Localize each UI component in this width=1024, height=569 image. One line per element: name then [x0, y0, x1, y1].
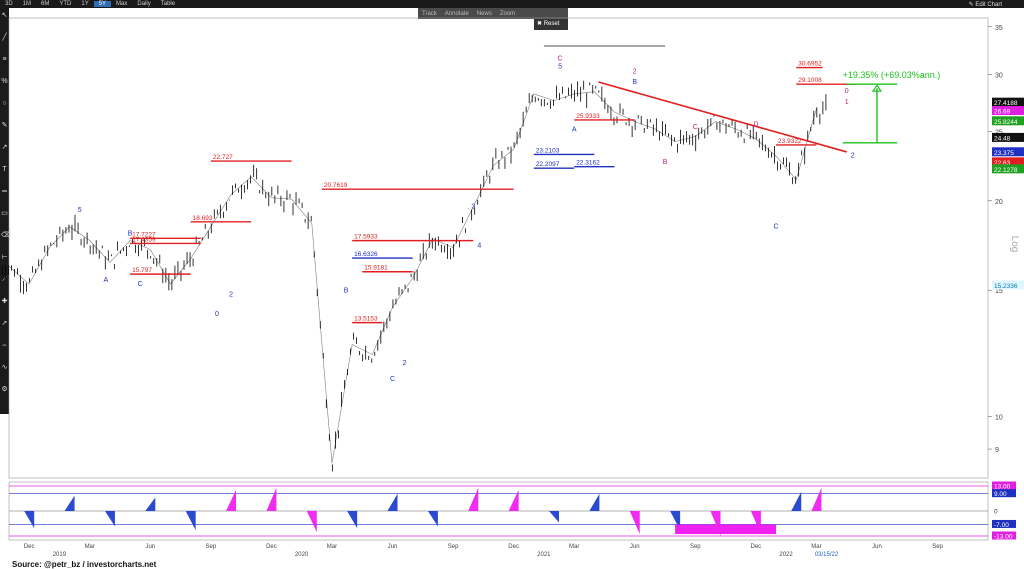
x-tick-label: Jun	[388, 544, 398, 550]
oscillator-bar	[468, 487, 479, 511]
price-tag-label: 22.1278	[994, 167, 1018, 174]
wave-label: B	[663, 159, 668, 166]
level-label: 16.6326	[354, 251, 378, 258]
x-tick-label: Sep	[206, 544, 217, 550]
y-tick-label: 35	[995, 25, 1003, 32]
level-label: 22.3162	[576, 160, 600, 167]
y-tick-label: 20	[995, 199, 1003, 206]
oscillator-bar	[185, 511, 196, 531]
x-tick-label: Sep	[690, 544, 701, 550]
year-label: 2021	[537, 552, 551, 558]
oscillator-bar	[226, 489, 237, 511]
oscillator-bar	[64, 495, 75, 511]
x-tick-label: Mar	[811, 544, 821, 550]
x-tick-label: Sep	[932, 544, 943, 550]
oscillator-bar	[104, 511, 115, 527]
oscillator-bar	[306, 511, 317, 533]
price-series-line	[8, 91, 817, 464]
wave-label: 0	[215, 311, 219, 318]
price-chart[interactable]: 9101520253035LogDec Mar Jun Sep Dec Mar Jun Sep…	[0, 0, 1024, 568]
y-tick-label: 10	[995, 414, 1003, 421]
oscillator-bar	[508, 489, 519, 511]
wave-label: 5	[558, 64, 562, 71]
oscillator-bar	[24, 511, 35, 529]
wave-label: 1	[845, 99, 849, 106]
oscillator-bar	[629, 511, 640, 535]
level-label: 22.727	[213, 154, 233, 161]
oscillator-bar	[387, 493, 398, 511]
price-tag-label: 24.48	[994, 135, 1011, 142]
oscillator-bar	[347, 511, 358, 529]
x-tick-label: Dec	[24, 544, 35, 550]
wave-label: 2	[633, 69, 637, 76]
wave-label: C	[774, 223, 779, 230]
wave-label: 3	[471, 204, 475, 211]
wave-label: B	[344, 287, 349, 294]
level-label: 13.5153	[354, 316, 378, 323]
level-label: 23.2103	[536, 147, 560, 154]
x-tick-label: Dec	[508, 544, 519, 550]
side-value-label: 15.2336	[994, 283, 1018, 290]
wave-label: C	[693, 124, 698, 131]
oscillator-bar	[811, 487, 822, 511]
wave-label: 5	[78, 207, 82, 214]
oscillator-bar	[549, 511, 560, 523]
x-tick-label: Jun	[872, 544, 882, 550]
year-label: 2022	[779, 552, 793, 558]
level-label: 20.7619	[324, 182, 348, 189]
price-tag-label: 26.69	[994, 109, 1011, 116]
x-tick-label: Dec	[751, 544, 762, 550]
wave-label: A	[572, 126, 577, 133]
wave-label: 4	[477, 243, 481, 250]
wave-label: C	[138, 281, 143, 288]
y-axis-title: Log	[1009, 236, 1020, 253]
level-label: 18.693	[193, 215, 213, 222]
y-tick-label: 30	[995, 73, 1003, 80]
wave-label: 0	[845, 88, 849, 95]
wave-label: 2	[229, 292, 233, 299]
level-label: 17.5933	[354, 234, 378, 241]
level-label: 17.4359	[132, 236, 156, 243]
wave-label: B	[632, 79, 637, 86]
wave-label: A	[104, 277, 109, 284]
level-label: 22.2097	[536, 161, 560, 168]
oscillator-bar	[791, 491, 802, 511]
oscillator-bar	[145, 497, 156, 511]
year-label: 2019	[53, 552, 67, 558]
year-label: 2020	[295, 552, 309, 558]
oscillator-tick-label: -13.00	[994, 534, 1013, 541]
main-panel-frame	[8, 17, 989, 479]
x-tick-label: Mar	[85, 544, 95, 550]
wave-label: 2	[403, 360, 407, 367]
wave-label: C	[390, 376, 395, 383]
y-tick-label: 9	[995, 447, 999, 454]
x-tick-label: Sep	[448, 544, 459, 550]
level-label: 15.9181	[364, 265, 388, 272]
current-date-label: 03/15/22	[815, 552, 839, 558]
x-tick-label: Jun	[630, 544, 640, 550]
oscillator-bar	[427, 511, 438, 527]
wave-label: C	[558, 56, 563, 63]
target-label: +19.35% (+69.03%ann.)	[843, 70, 941, 80]
oscillator-tick-label: 0	[994, 509, 998, 516]
level-label: 30.6952	[798, 61, 822, 68]
wave-label: B	[128, 230, 133, 237]
level-label: 25.9333	[576, 113, 600, 120]
wave-label: D	[753, 121, 758, 128]
x-tick-label: Jun	[145, 544, 155, 550]
x-tick-label: Dec	[266, 544, 277, 550]
x-tick-label: Mar	[327, 544, 337, 550]
oscillator-band	[675, 524, 777, 535]
oscillator-tick-label: -7.00	[994, 522, 1009, 529]
oscillator-bar	[589, 493, 600, 511]
oscillator-tick-label: 9.00	[994, 491, 1007, 498]
price-tag-label: 25.8244	[994, 119, 1018, 126]
wave-label: 2	[851, 152, 855, 159]
level-label: 15.797	[132, 267, 152, 274]
level-label: 29.1008	[798, 77, 822, 84]
oscillator-bar	[266, 487, 277, 511]
x-tick-label: Mar	[569, 544, 579, 550]
price-tag-label: 23.375	[994, 150, 1014, 157]
resistance-trendline	[598, 81, 847, 153]
